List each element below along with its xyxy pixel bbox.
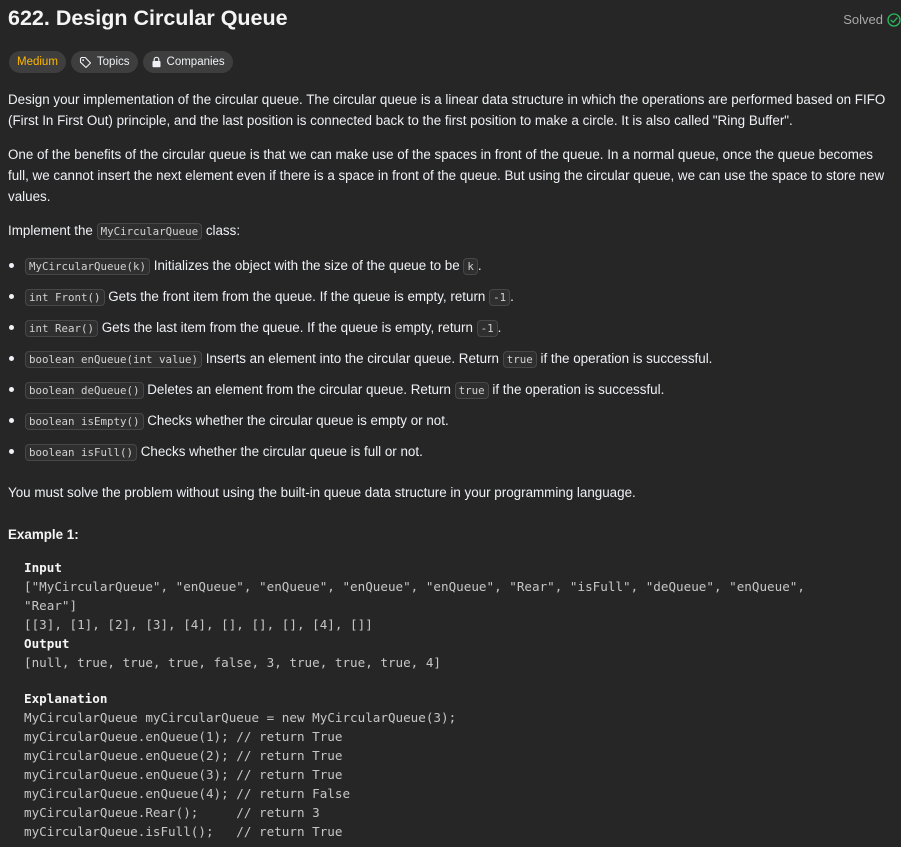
- description-paragraph-1: Design your implementation of the circul…: [8, 92, 886, 128]
- tag-chips: Medium Topics Companies: [9, 51, 233, 73]
- method-list: MyCircularQueue(k) Initializes the objec…: [8, 255, 893, 472]
- implement-tail: class:: [202, 223, 241, 238]
- method-description-tail: if the operation is successful.: [536, 351, 713, 366]
- implement-text: Implement the: [8, 223, 97, 238]
- output-line: [null, true, true, true, false, 3, true,…: [24, 655, 442, 670]
- topics-button[interactable]: Topics: [70, 51, 138, 73]
- problem-statement: Design your implementation of the circul…: [8, 89, 893, 516]
- explanation-line: MyCircularQueue myCircularQueue = new My…: [24, 710, 457, 725]
- method-item: int Front() Gets the front item from the…: [8, 286, 893, 317]
- method-description: Checks whether the circular queue is emp…: [143, 413, 449, 428]
- solved-status: Solved: [843, 12, 901, 27]
- input-label: Input: [24, 560, 62, 575]
- method-signature: boolean isEmpty(): [25, 413, 144, 430]
- problem-description-panel: 622. Design Circular Queue Solved Medium…: [0, 0, 901, 847]
- method-item: int Rear() Gets the last item from the q…: [8, 317, 893, 348]
- input-line: ["MyCircularQueue", "enQueue", "enQueue"…: [24, 579, 805, 594]
- method-signature: MyCircularQueue(k): [25, 258, 151, 275]
- method-description-tail: .: [497, 320, 502, 335]
- inline-code: true: [454, 382, 489, 399]
- method-item: MyCircularQueue(k) Initializes the objec…: [8, 255, 893, 286]
- check-circle-icon: [887, 12, 901, 27]
- inline-code: -1: [476, 320, 498, 337]
- problem-title: 622. Design Circular Queue: [8, 6, 288, 30]
- solved-label: Solved: [843, 12, 883, 27]
- method-signature: boolean isFull(): [25, 444, 138, 461]
- input-line: "Rear"]: [24, 598, 78, 613]
- topics-label: Topics: [96, 56, 130, 68]
- difficulty-badge: Medium: [9, 51, 66, 73]
- method-signature: boolean deQueue(): [25, 382, 144, 399]
- companies-button[interactable]: Companies: [142, 51, 233, 73]
- lock-icon: [151, 56, 162, 68]
- output-label: Output: [24, 636, 70, 651]
- method-item: boolean deQueue() Deletes an element fro…: [8, 379, 893, 410]
- method-item: boolean isEmpty() Checks whether the cir…: [8, 410, 893, 441]
- method-description-tail: .: [477, 258, 482, 273]
- explanation-line: myCircularQueue.enQueue(2); // return Tr…: [24, 748, 343, 763]
- explanation-line: myCircularQueue.isFull(); // return True: [24, 824, 343, 839]
- explanation-line: myCircularQueue.Rear(); // return 3: [24, 805, 320, 820]
- method-signature: int Rear(): [25, 320, 99, 337]
- explanation-line: myCircularQueue.enQueue(1); // return Tr…: [24, 729, 343, 744]
- inline-code: true: [502, 351, 537, 368]
- description-paragraph-2: One of the benefits of the circular queu…: [8, 147, 885, 204]
- method-description: Deletes an element from the circular que…: [143, 382, 455, 397]
- method-description: Initializes the object with the size of …: [150, 258, 464, 273]
- explanation-line: myCircularQueue.enQueue(3); // return Tr…: [24, 767, 343, 782]
- method-description: Gets the last item from the queue. If th…: [98, 320, 477, 335]
- example-block: Input ["MyCircularQueue", "enQueue", "enQ…: [24, 558, 894, 841]
- method-signature: boolean enQueue(int value): [25, 351, 203, 368]
- companies-label: Companies: [166, 56, 225, 68]
- method-description-tail: if the operation is successful.: [488, 382, 665, 397]
- method-description-tail: .: [510, 289, 514, 304]
- method-description: Checks whether the circular queue is ful…: [137, 444, 423, 459]
- constraint-paragraph: You must solve the problem without using…: [8, 485, 636, 500]
- method-signature: int Front(): [25, 289, 105, 306]
- method-item: boolean isFull() Checks whether the circ…: [8, 441, 893, 472]
- method-description: Inserts an element into the circular que…: [202, 351, 503, 366]
- class-name-code: MyCircularQueue: [96, 223, 203, 240]
- explanation-label: Explanation: [24, 691, 108, 706]
- tag-icon: [79, 56, 92, 69]
- inline-code: k: [463, 258, 478, 275]
- explanation-line: myCircularQueue.enQueue(4); // return Fa…: [24, 786, 351, 801]
- inline-code: -1: [489, 289, 511, 306]
- input-line: [[3], [1], [2], [3], [4], [], [], [], [4…: [24, 617, 373, 632]
- example-heading: Example 1:: [8, 527, 79, 542]
- method-item: boolean enQueue(int value) Inserts an el…: [8, 348, 893, 379]
- method-description: Gets the front item from the queue. If t…: [104, 289, 490, 304]
- implement-instruction: Implement the MyCircularQueue class:: [8, 220, 893, 242]
